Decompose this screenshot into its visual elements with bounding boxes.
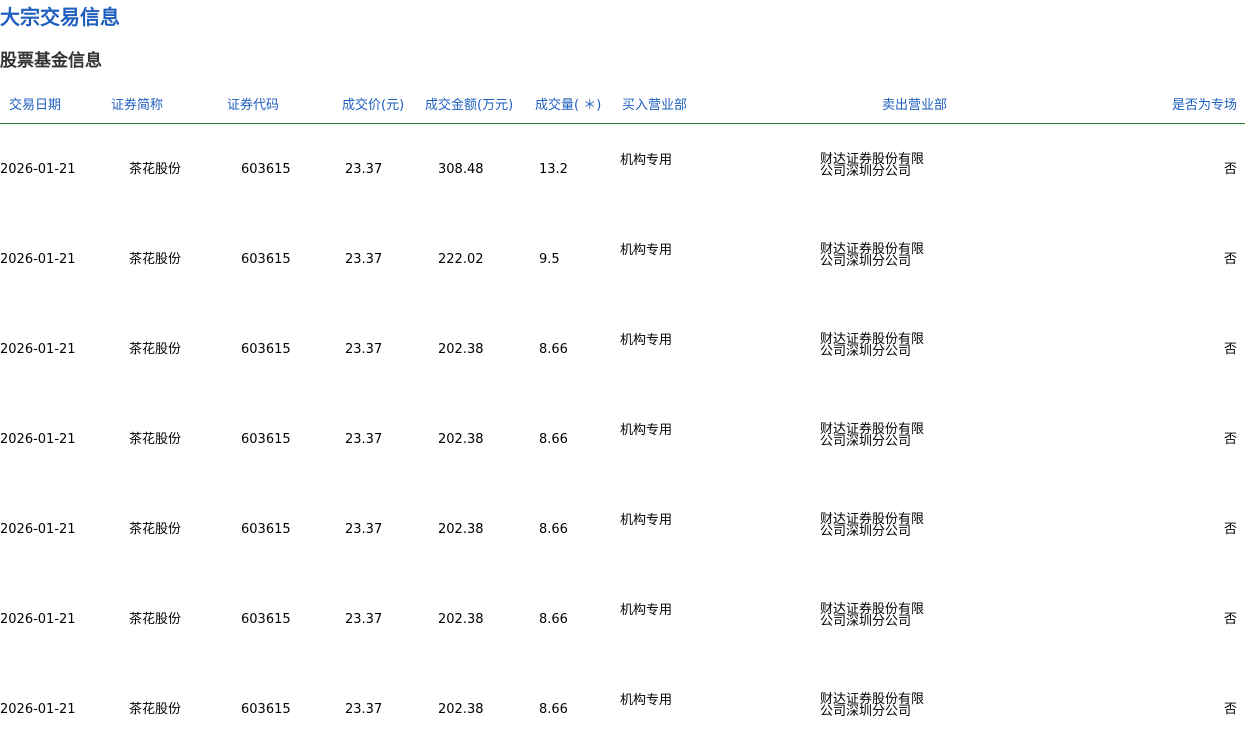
cell-name: 茶花股份 [129, 162, 182, 177]
cell-seller: 财达证券股份有限公司深圳分公司 [820, 512, 925, 539]
cell-special: 否 [1223, 342, 1237, 357]
section-title: 股票基金信息 [0, 51, 102, 71]
cell-special: 否 [1223, 612, 1237, 627]
cell-amount: 202.38 [438, 432, 484, 447]
cell-buyer: 机构专用 [620, 423, 673, 438]
cell-price: 23.37 [345, 252, 383, 267]
cell-price: 23.37 [345, 342, 383, 357]
cell-buyer: 机构专用 [620, 693, 673, 708]
cell-buyer: 机构专用 [620, 333, 673, 348]
cell-special: 否 [1223, 162, 1237, 177]
cell-volume: 13.2 [539, 162, 568, 177]
cell-date: 2026-01-21 [0, 252, 76, 267]
cell-code: 603615 [241, 612, 291, 627]
cell-volume: 8.66 [539, 702, 568, 717]
cell-seller: 财达证券股份有限公司深圳分公司 [820, 332, 925, 359]
cell-amount: 308.48 [438, 162, 484, 177]
cell-code: 603615 [241, 342, 291, 357]
cell-volume: 8.66 [539, 342, 568, 357]
cell-code: 603615 [241, 702, 291, 717]
cell-volume: 8.66 [539, 522, 568, 537]
cell-code: 603615 [241, 522, 291, 537]
cell-volume: 8.66 [539, 432, 568, 447]
cell-price: 23.37 [345, 162, 383, 177]
table-row: 2026-01-21 茶花股份 603615 23.37 202.38 8.66 机构专用 财… [0, 463, 1245, 553]
cell-date: 2026-01-21 [0, 612, 76, 627]
cell-date: 2026-01-21 [0, 702, 76, 717]
table-row: 2026-01-21 茶花股份 603615 23.37 308.48 13.2 机构专用 财… [0, 103, 1245, 193]
cell-special: 否 [1223, 702, 1237, 717]
cell-buyer: 机构专用 [620, 513, 673, 528]
cell-price: 23.37 [345, 702, 383, 717]
table-row: 2026-01-21 茶花股份 603615 23.37 202.38 8.66 机构专用 财… [0, 373, 1245, 463]
cell-seller: 财达证券股份有限公司深圳分公司 [820, 422, 925, 449]
cell-seller: 财达证券股份有限公司深圳分公司 [820, 692, 925, 719]
cell-name: 茶花股份 [129, 342, 182, 357]
cell-date: 2026-01-21 [0, 162, 76, 177]
cell-volume: 9.5 [539, 252, 560, 267]
cell-seller: 财达证券股份有限公司深圳分公司 [820, 602, 925, 629]
cell-special: 否 [1223, 432, 1237, 447]
cell-price: 23.37 [345, 432, 383, 447]
table-row: 2026-01-21 茶花股份 603615 23.37 202.38 8.66 机构专用 财… [0, 553, 1245, 643]
cell-buyer: 机构专用 [620, 153, 673, 168]
cell-name: 茶花股份 [129, 522, 182, 537]
cell-amount: 222.02 [438, 252, 484, 267]
cell-amount: 202.38 [438, 342, 484, 357]
cell-name: 茶花股份 [129, 432, 182, 447]
cell-date: 2026-01-21 [0, 522, 76, 537]
table-row: 2026-01-21 茶花股份 603615 23.37 222.02 9.5 机构专用 财达… [0, 193, 1245, 283]
cell-amount: 202.38 [438, 612, 484, 627]
cell-seller: 财达证券股份有限公司深圳分公司 [820, 242, 925, 269]
cell-special: 否 [1223, 522, 1237, 537]
cell-buyer: 机构专用 [620, 243, 673, 258]
cell-amount: 202.38 [438, 702, 484, 717]
cell-name: 茶花股份 [129, 702, 182, 717]
cell-special: 否 [1223, 252, 1237, 267]
cell-name: 茶花股份 [129, 252, 182, 267]
cell-name: 茶花股份 [129, 612, 182, 627]
cell-date: 2026-01-21 [0, 342, 76, 357]
cell-buyer: 机构专用 [620, 603, 673, 618]
cell-volume: 8.66 [539, 612, 568, 627]
cell-amount: 202.38 [438, 522, 484, 537]
page-title: 大宗交易信息 [0, 5, 120, 29]
table-row: 2026-01-21 茶花股份 603615 23.37 202.38 8.66 机构专用 财… [0, 283, 1245, 373]
cell-date: 2026-01-21 [0, 432, 76, 447]
table-row: 2026-01-21 茶花股份 603615 23.37 202.38 8.66 机构专用 财… [0, 643, 1245, 733]
block-trade-page: 大宗交易信息 股票基金信息 交易日期 证券简称 证券代码 成交价(元) 成交金额… [0, 0, 1245, 754]
cell-code: 603615 [241, 162, 291, 177]
cell-price: 23.37 [345, 522, 383, 537]
cell-seller: 财达证券股份有限公司深圳分公司 [820, 152, 925, 179]
cell-price: 23.37 [345, 612, 383, 627]
cell-code: 603615 [241, 252, 291, 267]
cell-code: 603615 [241, 432, 291, 447]
